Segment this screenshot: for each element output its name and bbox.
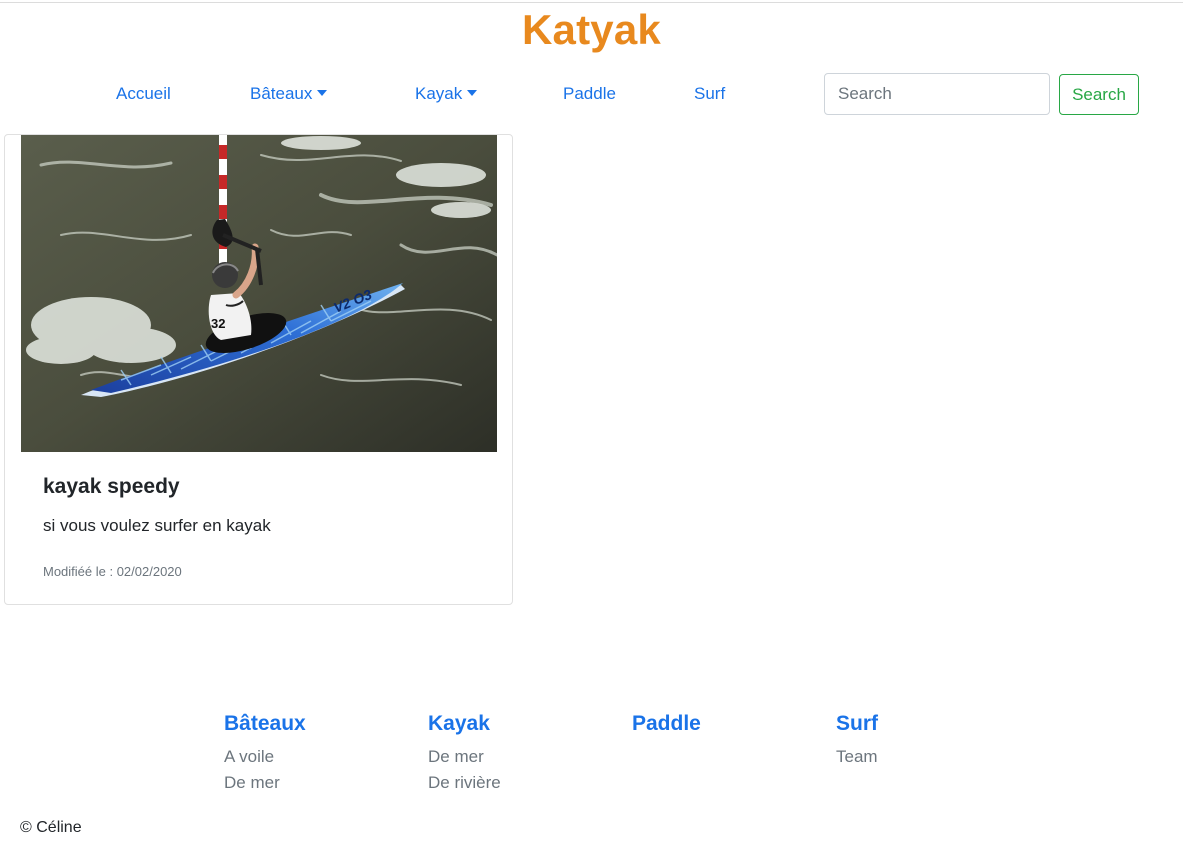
footer-column-bateaux: Bâteaux A voile De mer (224, 712, 306, 796)
footer-link-a-voile[interactable]: A voile (224, 744, 306, 770)
top-border (0, 2, 1183, 3)
copyright: © Céline (20, 819, 82, 836)
footer-heading-paddle[interactable]: Paddle (632, 712, 701, 736)
footer-heading-kayak[interactable]: Kayak (428, 712, 501, 736)
nav-surf[interactable]: Surf (694, 84, 725, 104)
article-card[interactable]: 32 V2 O3 kayak speedy si vous voulez sur… (4, 134, 513, 605)
card-modified-date: Modifiéé le : 02/02/2020 (43, 564, 182, 579)
card-image[interactable]: 32 V2 O3 (21, 135, 497, 452)
nav-accueil[interactable]: Accueil (116, 84, 171, 104)
kayak-photo: 32 V2 O3 (21, 135, 497, 452)
search-button[interactable]: Search (1059, 74, 1139, 115)
footer-link-team[interactable]: Team (836, 744, 878, 770)
bib-number: 32 (211, 316, 225, 331)
footer-heading-surf[interactable]: Surf (836, 712, 878, 736)
search-input[interactable] (824, 73, 1050, 115)
footer-link-de-riviere[interactable]: De rivière (428, 770, 501, 796)
footer-column-paddle: Paddle (632, 712, 701, 744)
nav-kayak-dropdown[interactable]: Kayak (415, 84, 478, 104)
nav-paddle[interactable]: Paddle (563, 84, 616, 104)
nav-bateaux-dropdown[interactable]: Bâteaux (250, 84, 328, 104)
card-title[interactable]: kayak speedy (43, 475, 180, 499)
nav-bateaux-label: Bâteaux (250, 84, 313, 103)
footer-link-de-mer[interactable]: De mer (224, 770, 306, 796)
site-brand[interactable]: Katyak (0, 6, 1183, 54)
footer-link-de-mer[interactable]: De mer (428, 744, 501, 770)
footer-column-kayak: Kayak De mer De rivière (428, 712, 501, 796)
caret-down-icon (467, 90, 478, 96)
card-text: si vous voulez surfer en kayak (43, 516, 271, 535)
footer-column-surf: Surf Team (836, 712, 878, 770)
footer-heading-bateaux[interactable]: Bâteaux (224, 712, 306, 736)
nav-kayak-label: Kayak (415, 84, 463, 103)
caret-down-icon (317, 90, 328, 96)
